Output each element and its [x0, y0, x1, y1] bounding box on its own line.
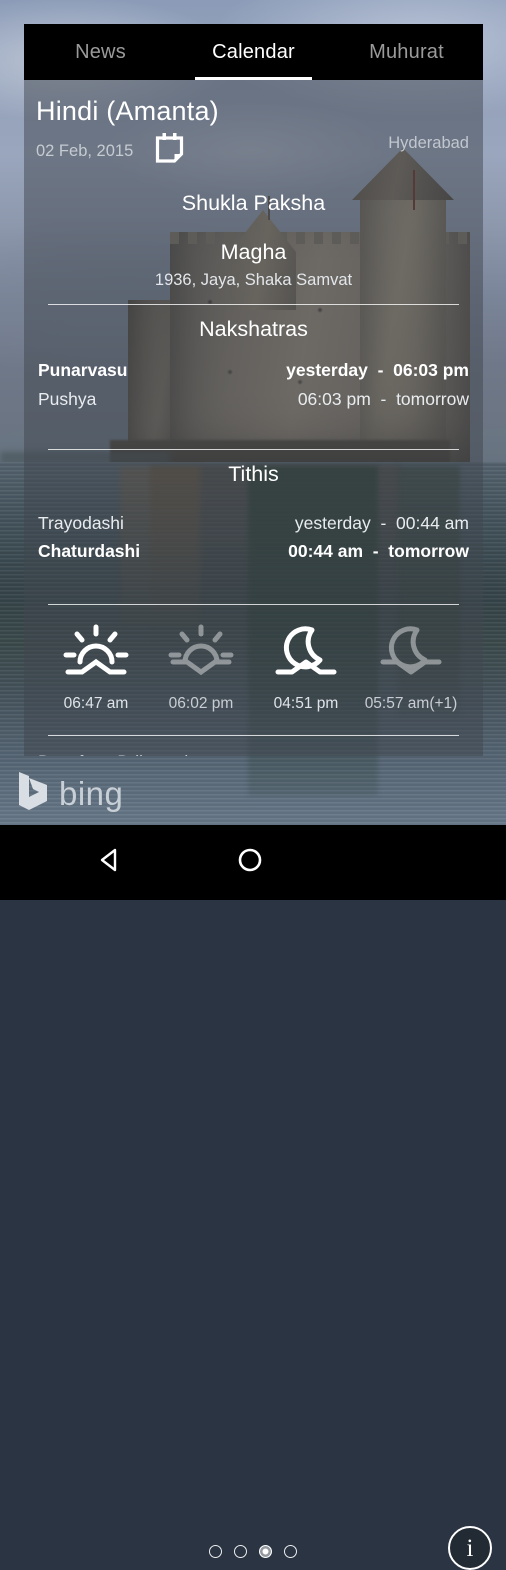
tab-calendar[interactable]: Calendar — [177, 24, 330, 80]
tithi-time: yesterday - 00:44 am — [294, 513, 469, 534]
page-dot-4[interactable] — [284, 1544, 297, 1558]
sunrise-icon — [46, 621, 146, 681]
astro-times-row: 06:47 am 06:02 pm 04:51 pm 05:57 am(+1) — [36, 605, 471, 713]
bing-brand[interactable]: bing — [16, 770, 123, 817]
page-dot-1[interactable] — [209, 1544, 222, 1558]
calendar-card: News Calendar Muhurat Hindi (Amanta) 02 … — [24, 24, 483, 756]
sunset-cell: 06:02 pm — [151, 621, 251, 713]
back-triangle-icon[interactable] — [95, 845, 125, 880]
moonrise-cell: 04:51 pm — [256, 621, 356, 713]
data-source-label: Data from Drikpanchang — [36, 736, 471, 756]
info-button[interactable]: i — [448, 1526, 492, 1570]
home-circle-icon[interactable] — [235, 845, 265, 880]
date-row: 02 Feb, 2015 Hyderabad — [36, 133, 471, 170]
nakshatra-name: Punarvasu — [38, 360, 128, 381]
nakshatras-list: Punarvasu yesterday - 06:03 pm Pushya 06… — [36, 356, 471, 413]
city-label: Hyderabad — [388, 134, 469, 153]
tithis-list: Trayodashi yesterday - 00:44 am Chaturda… — [36, 509, 471, 566]
sunset-icon — [151, 621, 251, 681]
calendar-icon[interactable] — [155, 133, 185, 170]
panchang-summary: Shukla Paksha Magha 1936, Jaya, Shaka Sa… — [36, 188, 471, 290]
tithi-name: Chaturdashi — [38, 541, 141, 562]
card-body: Hindi (Amanta) 02 Feb, 2015 Hyderabad Sh… — [24, 80, 483, 756]
nakshatra-time: 06:03 pm - tomorrow — [297, 388, 469, 409]
nakshatra-time: yesterday - 06:03 pm — [286, 360, 469, 381]
tithi-time: 00:44 am - tomorrow — [288, 541, 469, 562]
tithis-heading: Tithis — [228, 462, 279, 487]
bing-logo-icon — [16, 770, 50, 817]
divider-above-tithis — [48, 449, 459, 451]
page-dot-2[interactable] — [234, 1544, 247, 1558]
bing-wordmark: bing — [59, 775, 124, 812]
tab-muhurat[interactable]: Muhurat — [330, 24, 483, 80]
paksha-label: Shukla Paksha — [181, 191, 326, 216]
nakshatra-name: Pushya — [38, 388, 97, 409]
tithi-name: Trayodashi — [38, 513, 124, 534]
tab-news[interactable]: News — [24, 24, 177, 80]
tab-bar: News Calendar Muhurat — [24, 24, 483, 80]
sunrise-cell: 06:47 am — [46, 621, 146, 713]
table-row: Trayodashi yesterday - 00:44 am — [36, 509, 471, 537]
page-title: Hindi (Amanta) — [36, 96, 219, 126]
moonset-cell: 05:57 am(+1) — [361, 621, 461, 713]
samvat-label: 1936, Jaya, Shaka Samvat — [154, 271, 353, 290]
divider-above-nakshatras — [48, 304, 459, 306]
moonrise-icon — [256, 621, 356, 681]
sunset-time: 06:02 pm — [168, 694, 234, 712]
month-label: Magha — [220, 240, 287, 265]
android-navigation-bar — [0, 825, 506, 900]
page-indicator — [0, 1541, 506, 1561]
current-date: 02 Feb, 2015 — [36, 142, 134, 161]
table-row: Punarvasu yesterday - 06:03 pm — [36, 356, 471, 384]
moonset-time: 05:57 am(+1) — [364, 694, 458, 712]
nakshatras-heading: Nakshatras — [199, 317, 308, 342]
table-row: Chaturdashi 00:44 am - tomorrow — [36, 537, 471, 565]
footer-bar: bing i — [0, 756, 506, 1570]
page-dot-3[interactable] — [259, 1544, 272, 1558]
moonset-icon — [361, 621, 461, 681]
sunrise-time: 06:47 am — [63, 694, 129, 712]
moonrise-time: 04:51 pm — [273, 694, 339, 712]
table-row: Pushya 06:03 pm - tomorrow — [36, 385, 471, 413]
